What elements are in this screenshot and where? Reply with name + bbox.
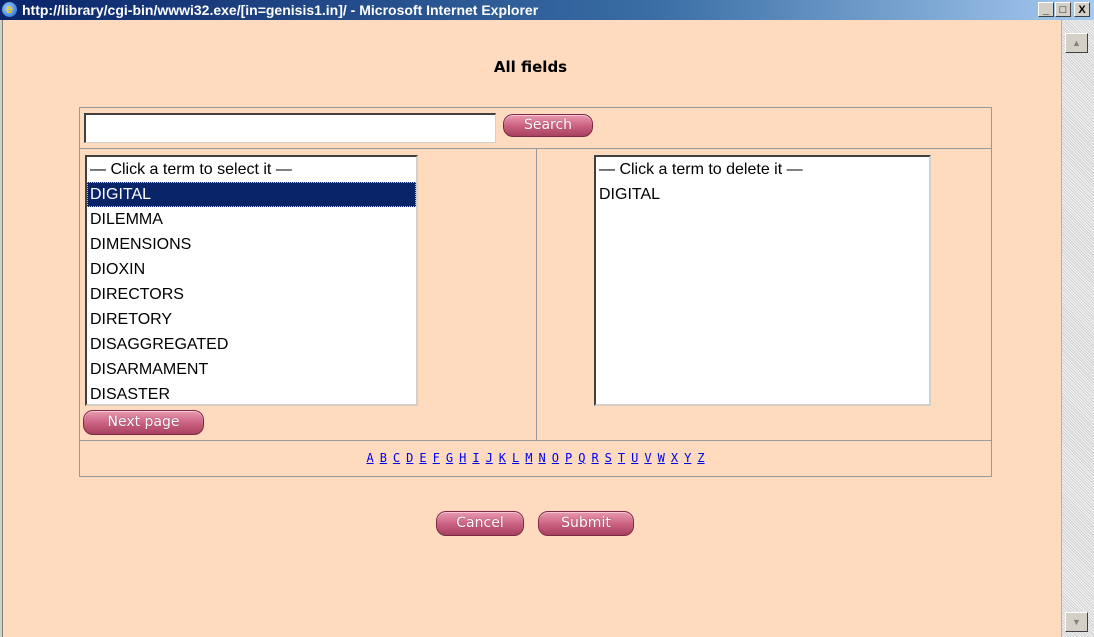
alphabet-index: ABCDEFGHIJKLMNOPQRSTUVWXYZ — [79, 451, 992, 465]
letter-link[interactable]: K — [499, 451, 506, 465]
letter-link[interactable]: I — [472, 451, 479, 465]
panel-divider-middle — [536, 149, 537, 440]
select-list-item[interactable]: DIRECTORS — [87, 282, 416, 307]
letter-link[interactable]: E — [419, 451, 426, 465]
select-list-item[interactable]: DILEMMA — [87, 207, 416, 232]
letter-link[interactable]: L — [512, 451, 519, 465]
window-title: http://library/cgi-bin/wwwi32.exe/[in=ge… — [22, 2, 539, 18]
ie-icon: e — [2, 2, 17, 17]
delete-term-list[interactable]: — Click a term to delete it — DIGITAL — [594, 155, 931, 406]
select-list-item[interactable]: DISASTER — [87, 382, 416, 404]
letter-link[interactable]: F — [433, 451, 440, 465]
letter-link[interactable]: Y — [684, 451, 691, 465]
submit-button[interactable]: Submit — [538, 511, 634, 536]
letter-link[interactable]: C — [393, 451, 400, 465]
select-list-header[interactable]: — Click a term to select it — — [87, 157, 416, 182]
search-button[interactable]: Search — [503, 114, 593, 137]
letter-link[interactable]: Z — [697, 451, 704, 465]
letter-link[interactable]: J — [486, 451, 493, 465]
letter-link[interactable]: N — [539, 451, 546, 465]
select-list-item[interactable]: DIMENSIONS — [87, 232, 416, 257]
letter-link[interactable]: B — [380, 451, 387, 465]
minimize-button[interactable]: _ — [1038, 2, 1054, 17]
search-input[interactable] — [84, 113, 496, 143]
delete-list-header[interactable]: — Click a term to delete it — — [596, 157, 929, 182]
select-list-item[interactable]: DIGITAL — [87, 182, 416, 207]
letter-link[interactable]: Q — [578, 451, 585, 465]
letter-link[interactable]: X — [671, 451, 678, 465]
cancel-button[interactable]: Cancel — [436, 511, 524, 536]
letter-link[interactable]: H — [459, 451, 466, 465]
page-title: All fields — [493, 58, 568, 76]
select-list-item[interactable]: DIOXIN — [87, 257, 416, 282]
letter-link[interactable]: P — [565, 451, 572, 465]
letter-link[interactable]: M — [525, 451, 532, 465]
select-list-item[interactable]: DISARMAMENT — [87, 357, 416, 382]
select-list-item[interactable]: DISAGGREGATED — [87, 332, 416, 357]
vertical-scrollbar[interactable] — [1061, 20, 1094, 637]
letter-link[interactable]: G — [446, 451, 453, 465]
maximize-button[interactable]: □ — [1055, 2, 1071, 17]
letter-link[interactable]: O — [552, 451, 559, 465]
letter-link[interactable]: S — [605, 451, 612, 465]
delete-list-item[interactable]: DIGITAL — [596, 182, 929, 207]
close-button[interactable]: X — [1074, 2, 1090, 17]
select-term-list[interactable]: — Click a term to select it — DIGITAL DI… — [85, 155, 418, 406]
letter-link[interactable]: R — [591, 451, 598, 465]
scroll-up-button[interactable]: ▲ — [1065, 33, 1088, 53]
letter-link[interactable]: D — [406, 451, 413, 465]
select-list-item[interactable]: DIRETORY — [87, 307, 416, 332]
letter-link[interactable]: A — [366, 451, 373, 465]
panel-divider-bottom — [80, 440, 991, 441]
letter-link[interactable]: U — [631, 451, 638, 465]
next-page-button[interactable]: Next page — [83, 410, 204, 435]
letter-link[interactable]: W — [658, 451, 665, 465]
letter-link[interactable]: T — [618, 451, 625, 465]
window-titlebar[interactable]: e http://library/cgi-bin/wwwi32.exe/[in=… — [0, 0, 1094, 20]
letter-link[interactable]: V — [644, 451, 651, 465]
window-left-border — [0, 20, 3, 637]
scroll-down-button[interactable]: ▼ — [1065, 612, 1088, 632]
